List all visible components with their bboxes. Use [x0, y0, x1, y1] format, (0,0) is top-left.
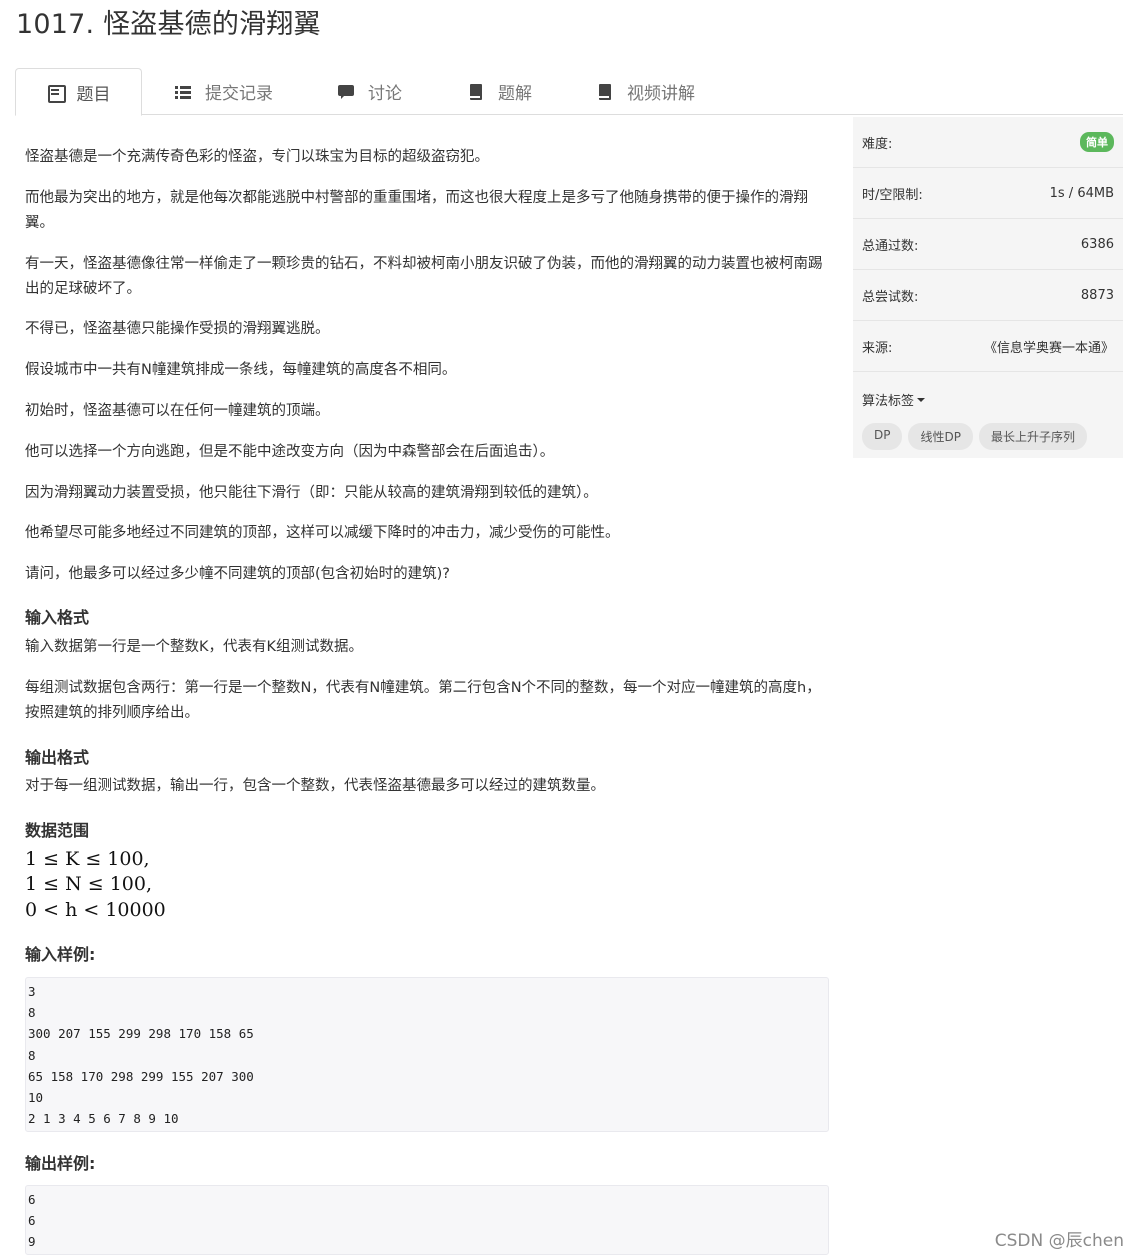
- tab-problem[interactable]: 题目: [15, 68, 142, 116]
- limit-label: 时/空限制:: [862, 187, 923, 203]
- passed-value: 6386: [1080, 236, 1114, 252]
- data-range-line: 1 ≤ N ≤ 100,: [25, 873, 153, 895]
- book-icon: [468, 83, 484, 100]
- problem-paragraph: 初始时，怪盗基德可以在任何一幢建筑的顶端。: [25, 403, 330, 419]
- tab-video[interactable]: 视频讲解: [597, 68, 695, 115]
- source-label: 来源:: [862, 340, 893, 356]
- problem-paragraph: 不得已，怪盗基德只能操作受损的滑翔翼逃脱。: [25, 321, 330, 337]
- tag-linear-dp[interactable]: 线性DP: [908, 423, 973, 450]
- input-format-line: 每组测试数据包含两行：第一行是一个整数N，代表有N幢建筑。第二行包含N个不同的整…: [25, 680, 821, 721]
- problem-paragraph: 而他最为突出的地方，就是他每次都能逃脱中村警部的重重围堵，而这也很大程度上是多亏…: [25, 190, 808, 231]
- chat-icon: [338, 84, 354, 100]
- input-format-heading: 输入格式: [25, 608, 90, 627]
- tab-label: 提交记录: [205, 84, 273, 104]
- sample-input-code: 3 8 300 207 155 299 298 170 158 65 8 65 …: [25, 977, 829, 1132]
- problem-paragraph: 因为滑翔翼动力装置受损，他只能往下滑行（即：只能从较高的建筑滑翔到较低的建筑）。: [25, 485, 598, 501]
- problem-paragraph: 他希望尽可能多地经过不同建筑的顶部，这样可以减缓下降时的冲击力，减少受伤的可能性…: [25, 525, 620, 541]
- source-value[interactable]: 《信息学奥赛一本通》: [984, 337, 1114, 356]
- tags-dropdown[interactable]: 算法标签: [853, 372, 1123, 409]
- attempts-row: 总尝试数: 8873: [853, 270, 1123, 321]
- difficulty-badge: 简单: [1080, 132, 1114, 152]
- passed-row: 总通过数: 6386: [853, 219, 1123, 270]
- problem-paragraph: 有一天，怪盗基德像往常一样偷走了一颗珍贵的钻石，不料却被柯南小朋友识破了伪装，而…: [25, 256, 823, 297]
- data-range-line: 1 ≤ K ≤ 100,: [25, 848, 150, 870]
- tags-label: 算法标签: [862, 394, 915, 409]
- passed-label: 总通过数:: [862, 238, 919, 254]
- data-range-heading: 数据范围: [25, 821, 90, 840]
- attempts-value: 8873: [1080, 287, 1114, 303]
- problem-info-panel: 难度: 简单 时/空限制: 1s / 64MB 总通过数: 6386 总尝试数:…: [853, 117, 1123, 458]
- tab-submissions[interactable]: 提交记录: [175, 68, 273, 115]
- limit-value: 1s / 64MB: [1049, 185, 1114, 201]
- data-range-line: 0 < h < 10000: [25, 899, 166, 921]
- difficulty-label: 难度:: [862, 136, 893, 152]
- problem-paragraph: 他可以选择一个方向逃跑，但是不能中途改变方向（因为中森警部会在后面追击）。: [25, 444, 555, 460]
- output-format-line: 对于每一组测试数据，输出一行，包含一个整数，代表怪盗基德最多可以经过的建筑数量。: [25, 778, 605, 794]
- tab-label: 题解: [498, 84, 532, 104]
- tab-label: 讨论: [368, 84, 402, 104]
- tag-list: DP 线性DP 最长上升子序列: [853, 409, 1123, 464]
- problem-paragraph: 假设城市中一共有N幢建筑排成一条线，每幢建筑的高度各不相同。: [25, 362, 457, 378]
- tag-dp[interactable]: DP: [862, 423, 903, 450]
- tab-solutions[interactable]: 题解: [468, 68, 532, 115]
- tab-label: 题目: [76, 84, 111, 105]
- attempts-label: 总尝试数:: [862, 289, 919, 305]
- problem-paragraph: 请问，他最多可以经过多少幢不同建筑的顶部(包含初始时的建筑)?: [25, 566, 451, 582]
- problem-paragraph: 怪盗基德是一个充满传奇色彩的怪盗，专门以珠宝为目标的超级盗窃犯。: [25, 149, 489, 165]
- lines-icon: [175, 84, 191, 100]
- input-format-line: 输入数据第一行是一个整数K，代表有K组测试数据。: [25, 639, 364, 655]
- tab-discussion[interactable]: 讨论: [338, 68, 402, 115]
- source-row: 来源: 《信息学奥赛一本通》: [853, 321, 1123, 372]
- sample-output-heading: 输出样例:: [25, 1154, 96, 1173]
- caret-down-icon: [917, 397, 926, 402]
- sample-input-heading: 输入样例:: [25, 945, 96, 964]
- book-icon: [597, 83, 613, 100]
- sample-output-code: 6 6 9: [25, 1185, 829, 1255]
- page-title: 1017. 怪盗基德的滑翔翼: [16, 9, 321, 40]
- difficulty-row: 难度: 简单: [853, 117, 1123, 168]
- limit-row: 时/空限制: 1s / 64MB: [853, 168, 1123, 219]
- list-icon: [47, 84, 66, 103]
- tab-bar: 题目 提交记录 讨论 题解 视频讲解: [15, 68, 1123, 116]
- output-format-heading: 输出格式: [25, 748, 90, 767]
- watermark: CSDN @辰chen: [994, 1231, 1124, 1251]
- tag-lis[interactable]: 最长上升子序列: [978, 423, 1087, 450]
- tab-label: 视频讲解: [627, 84, 695, 104]
